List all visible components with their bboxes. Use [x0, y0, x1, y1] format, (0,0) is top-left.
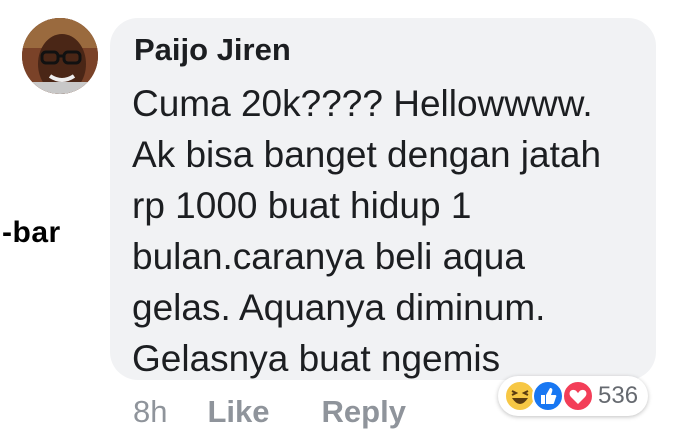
like-button[interactable]: Like: [207, 394, 269, 430]
comment-line: Ak bisa banget dengan jatah: [132, 134, 602, 175]
side-label: -bar: [2, 216, 61, 249]
comment-line: gelas. Aquanya diminum.: [132, 287, 546, 328]
avatar-photo: [22, 18, 98, 94]
comment-text: Cuma 20k???? Hellowwww. Ak bisa banget d…: [132, 78, 642, 384]
love-icon: [562, 380, 594, 412]
reaction-count: 536: [598, 382, 639, 409]
comment-timestamp[interactable]: 8h: [133, 394, 167, 430]
comment-line: bulan.caranya beli aqua: [132, 236, 525, 277]
comment-line: rp 1000 buat hidup 1: [132, 185, 472, 226]
comment-actions: 8h Like Reply: [133, 392, 406, 432]
avatar[interactable]: [22, 18, 98, 94]
reactions-summary[interactable]: 536: [498, 376, 648, 416]
comment-bubble: Paijo Jiren Cuma 20k???? Hellowwww. Ak b…: [110, 18, 656, 380]
like-icon: [532, 380, 564, 412]
comment-line: Cuma 20k???? Hellowwww.: [132, 83, 593, 124]
reply-button[interactable]: Reply: [322, 394, 406, 430]
comment-author[interactable]: Paijo Jiren: [134, 32, 291, 68]
